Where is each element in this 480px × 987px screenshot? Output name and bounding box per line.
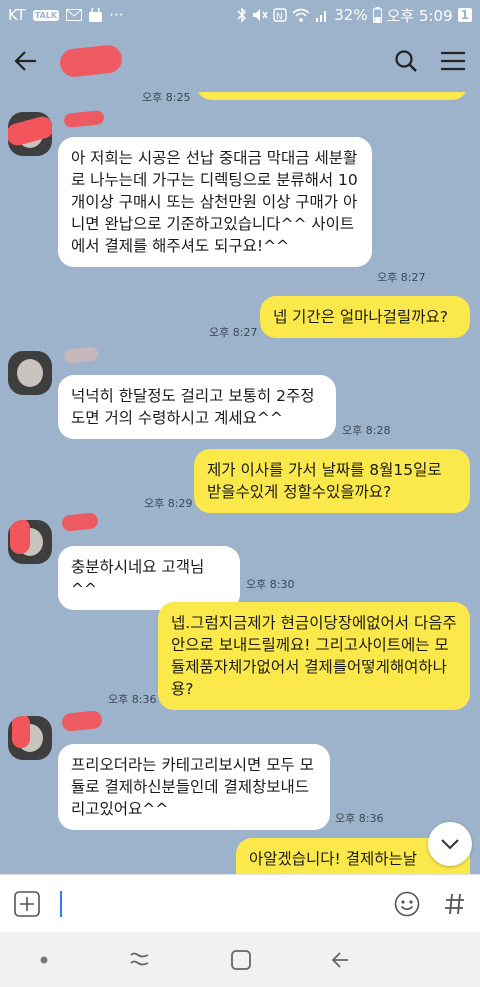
message-input[interactable] (60, 890, 62, 917)
more-notifications-icon: ··· (109, 6, 124, 24)
message-time: 오후 8:25 (142, 92, 191, 104)
svg-text:N: N (276, 12, 283, 22)
redacted-sender-name (61, 709, 103, 733)
back-nav-icon[interactable] (330, 949, 352, 971)
avatar[interactable] (8, 112, 52, 156)
redacted-sender-name (63, 346, 99, 364)
chat-header (0, 30, 480, 92)
status-bar: KT TALK ··· N 32% 오후 5:09 1 (0, 0, 480, 30)
message-time: 오후 8:27 (377, 271, 426, 284)
message-time: 오후 8:36 (108, 693, 157, 706)
recent-apps-icon[interactable] (128, 949, 152, 971)
talk-icon: TALK (32, 9, 60, 21)
chevron-down-icon (441, 839, 459, 850)
hashtag-icon[interactable] (444, 892, 466, 916)
message-bubble-incoming[interactable]: 충분하시네요 고객님^^ (58, 546, 240, 610)
message-bubble-outgoing[interactable]: 넵 기간은 얼마나걸릴까요? (260, 296, 470, 338)
avatar[interactable] (8, 351, 52, 395)
clock: 오후 5:09 (386, 6, 453, 25)
wifi-icon (292, 8, 310, 22)
nfc-icon: N (273, 8, 287, 22)
signal-icon (316, 11, 327, 22)
message-bubble-outgoing[interactable]: 넵.그럼지금제가 현금이당장에없어서 다음주안으로 보내드릴께요! 그리고사이트… (158, 602, 470, 710)
message-bubble-outgoing[interactable]: 제가 이사를 가서 날짜를 8월15일로 받을수있게 정할수있을까요? (194, 449, 470, 513)
emoticon-icon[interactable] (394, 891, 420, 917)
message-bubble-incoming[interactable]: 아 저희는 시공은 선납 중대금 막대금 세분활로 나누는데 가구는 디렉팅으로… (58, 137, 372, 267)
mail-icon (66, 9, 83, 21)
message-bubble-incoming[interactable]: 넉넉히 한달정도 걸리고 보통히 2주정도면 거의 수령하시고 계세요^^ (58, 375, 336, 439)
message-time: 오후 8:28 (342, 424, 391, 437)
bag-icon (89, 8, 103, 22)
dot-indicator-icon (40, 956, 48, 963)
arrow-left-icon (14, 51, 36, 71)
system-nav-bar (0, 932, 480, 987)
home-icon[interactable] (230, 949, 252, 971)
redacted-sender-name (63, 109, 105, 129)
message-time: 오후 8:27 (209, 326, 258, 339)
battery-icon (372, 7, 382, 23)
message-input-bar (0, 874, 480, 932)
add-icon[interactable] (14, 890, 40, 917)
redacted-name-mark (58, 43, 124, 79)
message-time: 오후 8:36 (335, 812, 384, 825)
message-bubble-incoming[interactable]: 프리오더라는 카테고리보시면 모두 모듈로 결제하신분들인데 결제창보내드리고있… (58, 744, 330, 830)
avatar[interactable] (8, 520, 52, 564)
menu-icon[interactable] (440, 50, 466, 72)
message-time: 오후 8:30 (246, 578, 295, 591)
message-bubble-outgoing[interactable] (196, 92, 468, 100)
notification-count-badge: 1 (457, 8, 472, 22)
carrier-label: KT (8, 6, 26, 24)
search-icon[interactable] (394, 49, 418, 73)
scroll-to-bottom-button[interactable] (428, 822, 472, 866)
bluetooth-icon (237, 7, 247, 23)
chat-area[interactable]: 오후 8:25 아 저희는 시공은 선납 중대금 막대금 세분활로 나누는데 가… (0, 92, 480, 874)
redacted-sender-name (61, 512, 99, 532)
mute-icon (253, 9, 268, 21)
battery-percent: 32% (334, 6, 368, 24)
message-time: 오후 8:29 (144, 497, 193, 510)
avatar[interactable] (8, 716, 52, 760)
back-button[interactable] (14, 42, 52, 80)
